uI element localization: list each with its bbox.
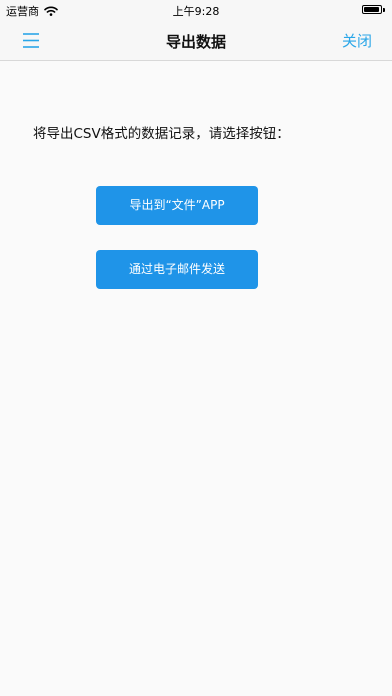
close-button[interactable]: 关闭	[342, 30, 372, 51]
page-title: 导出数据	[165, 33, 226, 51]
navigation-bar: 导出数据 关闭	[0, 20, 392, 61]
instruction-text: 将导出CSV格式的数据记录，请选择按钮：	[33, 126, 290, 142]
send-by-email-button[interactable]: 通过电子邮件发送	[96, 250, 258, 289]
battery-icon	[362, 5, 382, 14]
export-to-files-button[interactable]: 导出到“文件”APP	[96, 186, 258, 225]
status-time: 上午9:28	[172, 5, 220, 18]
battery-level	[364, 7, 380, 12]
status-bar: 运营商 上午9:28	[0, 0, 392, 20]
main-content: 将导出CSV格式的数据记录，请选择按钮： 导出到“文件”APP 通过电子邮件发送	[0, 61, 392, 696]
battery-nub	[383, 8, 385, 12]
